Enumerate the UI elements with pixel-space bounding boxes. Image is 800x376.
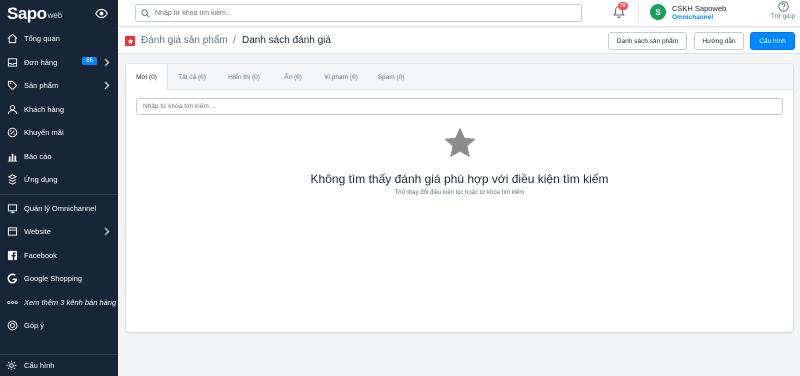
- empty-state-subtitle: Thử thay đổi điều kiện lọc hoặc từ khóa …: [394, 190, 525, 196]
- chevron-right-icon: [104, 58, 110, 66]
- page-header: Đánh giá sản phẩm / Danh sách đánh giá D…: [118, 28, 800, 54]
- page-title: Danh sách đánh giá: [242, 35, 331, 46]
- website-icon: [6, 226, 18, 238]
- sidebar-item-label: Tổng quan: [24, 34, 60, 44]
- global-search[interactable]: [135, 4, 582, 22]
- notification-count-badge: 78: [618, 2, 628, 10]
- chevron-right-icon: [104, 81, 110, 90]
- sidebar-item-google-shopping[interactable]: Google Shopping: [0, 267, 118, 291]
- breadcrumb-parent[interactable]: Đánh giá sản phẩm: [141, 35, 228, 46]
- breadcrumb-separator: /: [233, 35, 236, 46]
- sidebar-item-settings[interactable]: Cấu hình: [0, 354, 118, 376]
- empty-state-title: Không tìm thấy đánh giá phù hợp với điều…: [310, 172, 609, 186]
- chevron-right-icon: [104, 227, 110, 236]
- avatar[interactable]: S: [650, 4, 666, 20]
- tab-visible[interactable]: Hiển thị (0): [216, 64, 272, 90]
- sidebar-item-website[interactable]: Website: [0, 220, 118, 244]
- sidebar-item-facebook[interactable]: Facebook: [0, 244, 118, 268]
- more-icon: [6, 296, 18, 308]
- tab-spam[interactable]: Spam (0): [368, 64, 414, 90]
- sidebar-item-more-channels[interactable]: Xem thêm 3 kênh bán hàng: [0, 291, 118, 315]
- tag-icon: [6, 80, 18, 92]
- top-bar: 78 S CSKH Sapoweb Omnichannel Trợ giúp: [118, 0, 800, 27]
- sidebar-item-label: Khách hàng: [24, 104, 65, 114]
- review-tabs: Mới (0) Tất cả (0) Hiển thị (0) Ẩn (0) V…: [126, 64, 793, 91]
- sidebar-item-label: Góp ý: [24, 321, 45, 331]
- discount-icon: [6, 127, 18, 139]
- review-search-input[interactable]: [136, 98, 783, 115]
- eye-icon[interactable]: [95, 7, 108, 20]
- nav-divider: [0, 193, 118, 195]
- sidebar-item-apps[interactable]: Ứng dụng: [0, 168, 118, 192]
- sidebar-nav: Tổng quan Đơn hàng 86 Sản phẩm Khách hàn…: [0, 27, 118, 338]
- google-icon: [6, 273, 18, 285]
- gear-icon: [6, 360, 18, 372]
- tab-hidden[interactable]: Ẩn (0): [272, 64, 314, 90]
- feedback-icon: [6, 320, 18, 332]
- sidebar-item-label: Xem thêm 3 kênh bán hàng: [24, 297, 117, 307]
- chart-icon: [6, 150, 18, 162]
- help-label: Trợ giúp: [770, 13, 796, 20]
- brand-name: Sapo: [7, 3, 47, 23]
- apps-icon: [6, 174, 18, 186]
- omnichannel-icon: [6, 202, 18, 214]
- product-list-button[interactable]: Danh sách sản phẩm: [608, 32, 687, 50]
- sidebar-item-orders[interactable]: Đơn hàng 86: [0, 51, 118, 75]
- sidebar-item-promotions[interactable]: Khuyến mãi: [0, 121, 118, 145]
- brand-sub: web: [47, 11, 63, 20]
- user-name[interactable]: CSKH Sapoweb: [672, 4, 726, 13]
- settings-label: Cấu hình: [24, 361, 55, 370]
- sidebar-item-label: Ứng dụng: [24, 175, 58, 185]
- sidebar-item-omnichannel[interactable]: Quản lý Omnichannel: [0, 197, 118, 221]
- search-icon: [141, 8, 150, 17]
- user-role: Omnichannel: [672, 14, 714, 21]
- sidebar-item-feedback[interactable]: Góp ý: [0, 314, 118, 338]
- settings-button[interactable]: Cấu hình: [750, 32, 795, 50]
- sidebar-item-reports[interactable]: Báo cáo: [0, 145, 118, 169]
- sidebar-item-label: Facebook: [24, 250, 57, 260]
- user-icon: [6, 103, 18, 115]
- sidebar-item-label: Quản lý Omnichannel: [24, 203, 97, 213]
- sidebar-item-label: Website: [24, 227, 51, 237]
- sidebar-item-label: Google Shopping: [24, 274, 82, 284]
- empty-star-icon: [444, 127, 476, 158]
- star-icon: [125, 36, 135, 46]
- sidebar-item-label: Sản phẩm: [24, 81, 59, 91]
- guide-button[interactable]: Hướng dẫn: [694, 32, 744, 50]
- help-button[interactable]: Trợ giúp: [768, 1, 798, 20]
- inbox-icon: [6, 56, 18, 68]
- sidebar-item-label: Khuyến mãi: [24, 128, 64, 138]
- facebook-icon: [6, 249, 18, 261]
- sidebar: Sapo web Tổng quan Đơn hàng 86 Sản phẩm …: [0, 0, 118, 376]
- sidebar-item-overview[interactable]: Tổng quan: [0, 27, 118, 51]
- sidebar-item-products[interactable]: Sản phẩm: [0, 74, 118, 98]
- tab-new[interactable]: Mới (0): [126, 64, 168, 91]
- orders-count-badge: 86: [82, 56, 97, 65]
- home-icon: [6, 33, 18, 45]
- reviews-card: Mới (0) Tất cả (0) Hiển thị (0) Ẩn (0) V…: [126, 64, 793, 332]
- search-input[interactable]: [155, 9, 555, 17]
- tab-all[interactable]: Tất cả (0): [168, 64, 216, 90]
- sidebar-item-label: Đơn hàng: [24, 57, 58, 67]
- tab-violation[interactable]: Vi phạm (0): [314, 64, 368, 90]
- sidebar-item-label: Báo cáo: [24, 151, 52, 161]
- help-icon: [777, 1, 789, 12]
- topbar-divider: [638, 4, 639, 23]
- sidebar-item-customers[interactable]: Khách hàng: [0, 98, 118, 122]
